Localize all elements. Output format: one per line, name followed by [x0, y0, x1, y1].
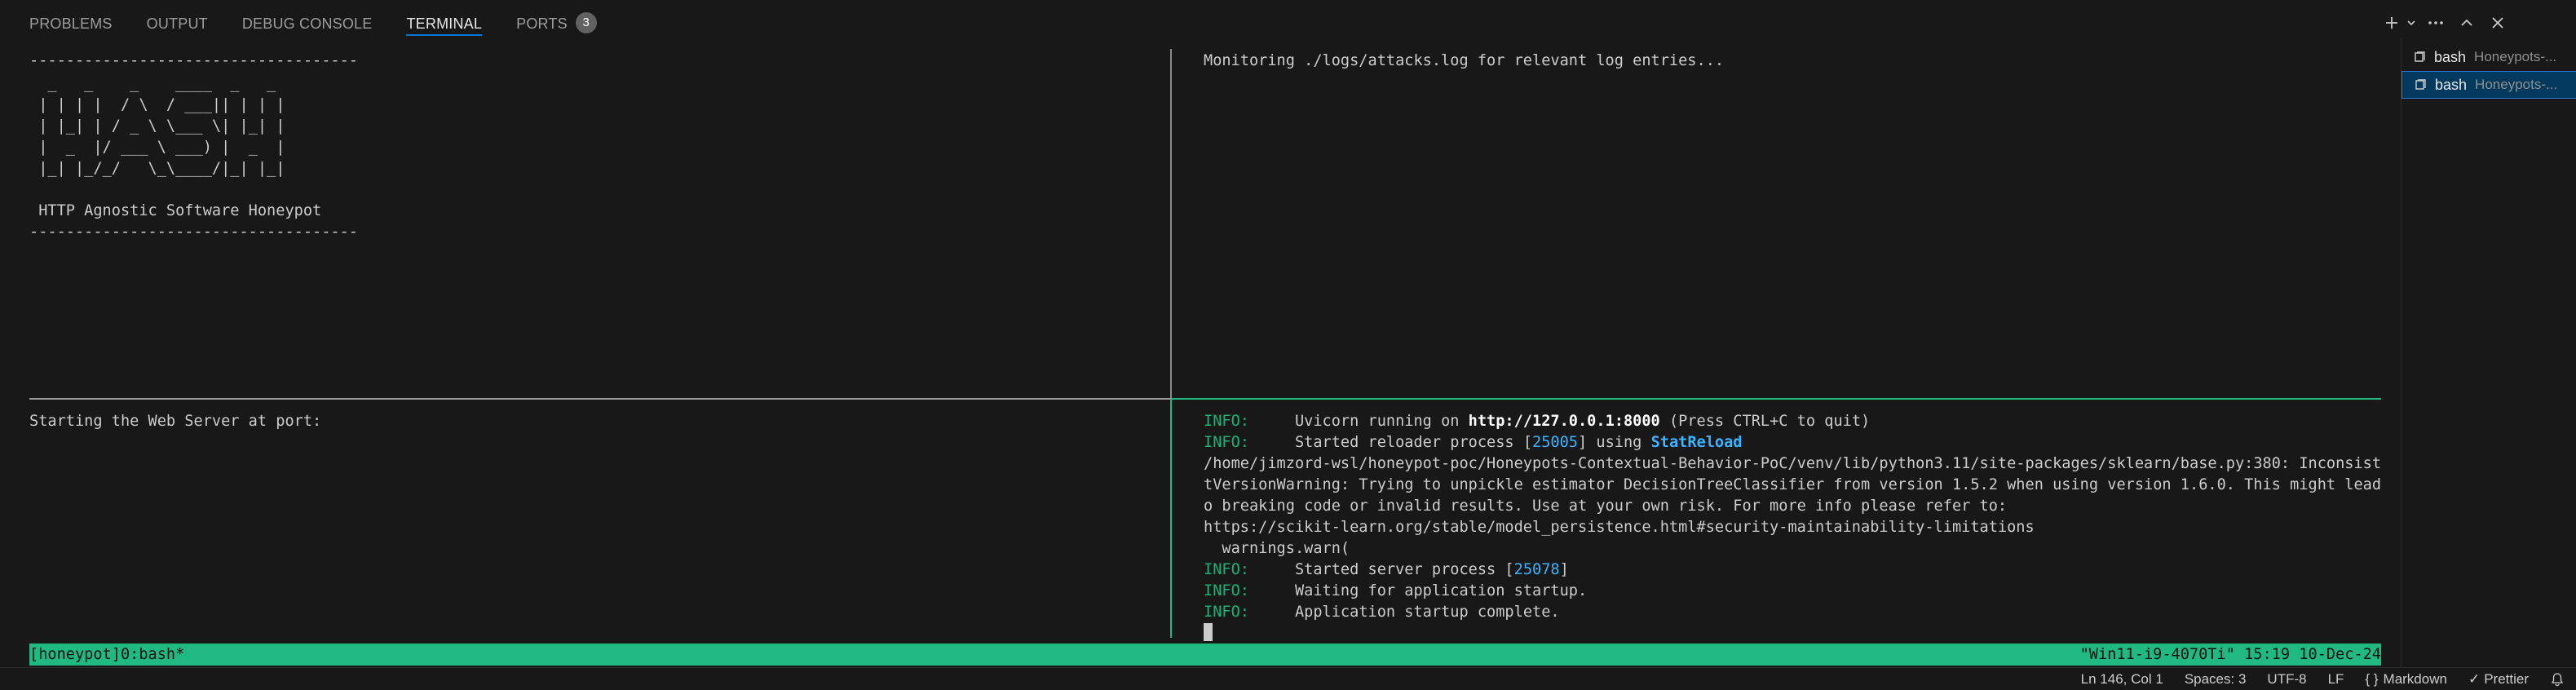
warning-line: /home/jimzord-wsl/honeypot-poc/Honeypots…	[1204, 455, 2381, 472]
terminal-tab-name: bash	[2435, 76, 2468, 93]
panel-tab-bar: PROBLEMS OUTPUT DEBUG CONSOLE TERMINAL P…	[0, 0, 2399, 46]
tab-terminal[interactable]: TERMINAL	[406, 0, 482, 46]
chevron-down-icon[interactable]	[2402, 8, 2420, 38]
terminal-tab-bash-2[interactable]: bash Honeypots-...	[2401, 71, 2576, 99]
panel-actions	[2381, 8, 2513, 38]
tab-ports-label: PORTS	[516, 15, 568, 32]
warning-link-line[interactable]: https://scikit-learn.org/stable/model_pe…	[1204, 517, 2381, 538]
ellipsis-icon[interactable]	[2420, 8, 2451, 38]
log-text: (Press CTRL+C to quit)	[1659, 413, 1871, 430]
warning-line: tVersionWarning: Trying to unpickle esti…	[1204, 476, 2381, 493]
prompt-line	[1204, 622, 2381, 644]
log-line: INFO: Started reloader process [25005] u…	[1204, 432, 2381, 453]
new-terminal-plus-icon[interactable]	[2381, 8, 2402, 38]
warning-line: warnings.warn(	[1204, 540, 1350, 557]
ascii-banner-line: _ _ _ ____ _ _	[29, 75, 285, 92]
log-text: ]	[1559, 561, 1569, 578]
log-text: Started server process [	[1248, 561, 1514, 578]
maximize-panel-chevron-up-icon[interactable]	[2451, 8, 2482, 38]
banner-subtitle: HTTP Agnostic Software Honeypot	[29, 202, 322, 219]
braces-icon: { }	[2365, 670, 2379, 687]
terminal-tab-bash-1[interactable]: bash Honeypots-...	[2401, 43, 2576, 71]
log-text: Started reloader process [	[1248, 434, 1533, 451]
info-label: INFO:	[1204, 561, 1249, 578]
web-server-line: Starting the Web Server at port:	[29, 413, 322, 430]
terminal-icon	[2415, 51, 2425, 62]
terminal-cursor	[1204, 622, 1213, 641]
file-encoding[interactable]: UTF-8	[2267, 671, 2306, 688]
indentation[interactable]: Spaces: 3	[2185, 671, 2247, 688]
pane-divider-vertical-bottom-active[interactable]	[1170, 398, 1172, 638]
reloader-name: StatReload	[1650, 434, 1743, 451]
warning-line: o breaking code or invalid results. Use …	[1204, 498, 2008, 515]
ascii-banner-line: | | | | / \ / ___|| | | |	[29, 96, 285, 113]
server-url: http://127.0.0.1:8000	[1468, 413, 1660, 430]
status-bar: Ln 146, Col 1 Spaces: 3 UTF-8 LF { } Mark…	[0, 667, 2576, 690]
log-line: INFO: Waiting for application startup.	[1204, 581, 2381, 602]
terminal-tab-name: bash	[2434, 48, 2467, 65]
pane-divider-horizontal-right-active[interactable]	[1172, 398, 2381, 400]
banner-spacer	[29, 179, 1192, 201]
terminal-tab-description: Honeypots-...	[2475, 77, 2558, 92]
tmux-session-window: [honeypot]0:bash*	[29, 646, 185, 663]
tab-ports[interactable]: PORTS 3	[516, 0, 597, 46]
ascii-banner-line: | |_| | / _ \ \___ \| |_| |	[29, 117, 285, 135]
tab-problems[interactable]: PROBLEMS	[29, 0, 113, 46]
tmux-pane-top-right[interactable]: Monitoring ./logs/attacks.log for releva…	[1204, 51, 2381, 393]
info-label: INFO:	[1204, 434, 1249, 451]
end-of-line[interactable]: LF	[2328, 671, 2344, 688]
banner-divider-top: ------------------------------------	[29, 52, 358, 69]
info-label: INFO:	[1204, 582, 1249, 599]
info-label: INFO:	[1204, 604, 1249, 621]
ports-count-badge: 3	[575, 12, 597, 34]
tmux-host-clock: "Win11-i9-4070Ti" 15:19 10-Dec-24	[2079, 646, 2381, 663]
process-id: 25005	[1532, 434, 1578, 451]
close-panel-icon[interactable]	[2482, 8, 2513, 38]
language-mode[interactable]: { } Markdown	[2365, 671, 2447, 688]
ascii-banner-line: | _ |/ ___ \ ___) | _ |	[29, 139, 285, 156]
monitoring-line: Monitoring ./logs/attacks.log for releva…	[1204, 52, 1725, 69]
tab-debug-console[interactable]: DEBUG CONSOLE	[242, 0, 373, 46]
tmux-pane-top-left[interactable]: ------------------------------------ _ _…	[29, 51, 1192, 393]
log-line: INFO: Uvicorn running on http://127.0.0.…	[1204, 411, 2381, 432]
info-label: INFO:	[1204, 413, 1249, 430]
notifications-bell-icon[interactable]	[2550, 672, 2565, 687]
status-bar-right: Ln 146, Col 1 Spaces: 3 UTF-8 LF { } Mark…	[2081, 668, 2576, 690]
check-icon: ✓	[2468, 670, 2481, 687]
log-text: Application startup complete.	[1248, 604, 1560, 621]
tab-output[interactable]: OUTPUT	[147, 0, 208, 46]
terminal-tabs-list: bash Honeypots-... bash Honeypots-...	[2401, 38, 2576, 667]
log-line: INFO: Started server process [25078]	[1204, 560, 2381, 581]
tmux-status-bar: [honeypot]0:bash* "Win11-i9-4070Ti" 15:1…	[29, 644, 2381, 666]
ascii-banner-line: |_| |_/_/ \_\____/|_| |_|	[29, 160, 285, 177]
log-line: INFO: Application startup complete.	[1204, 602, 2381, 623]
banner-divider-bottom: ------------------------------------	[29, 223, 358, 241]
pane-divider-horizontal-left[interactable]	[29, 398, 1171, 400]
cursor-position[interactable]: Ln 146, Col 1	[2081, 671, 2163, 688]
terminal-view[interactable]: ------------------------------------ _ _…	[29, 49, 2381, 669]
terminal-tab-description: Honeypots-...	[2474, 49, 2557, 64]
log-text: Waiting for application startup.	[1248, 582, 1588, 599]
process-id: 25078	[1513, 561, 1560, 578]
prettier-status[interactable]: ✓ Prettier	[2468, 671, 2529, 688]
prettier-label: Prettier	[2484, 670, 2529, 687]
language-label: Markdown	[2383, 670, 2447, 687]
log-text: Uvicorn running on	[1248, 413, 1469, 430]
pane-divider-vertical-top[interactable]	[1170, 49, 1172, 398]
terminal-icon	[2415, 79, 2426, 90]
log-text: ] using	[1578, 434, 1651, 451]
